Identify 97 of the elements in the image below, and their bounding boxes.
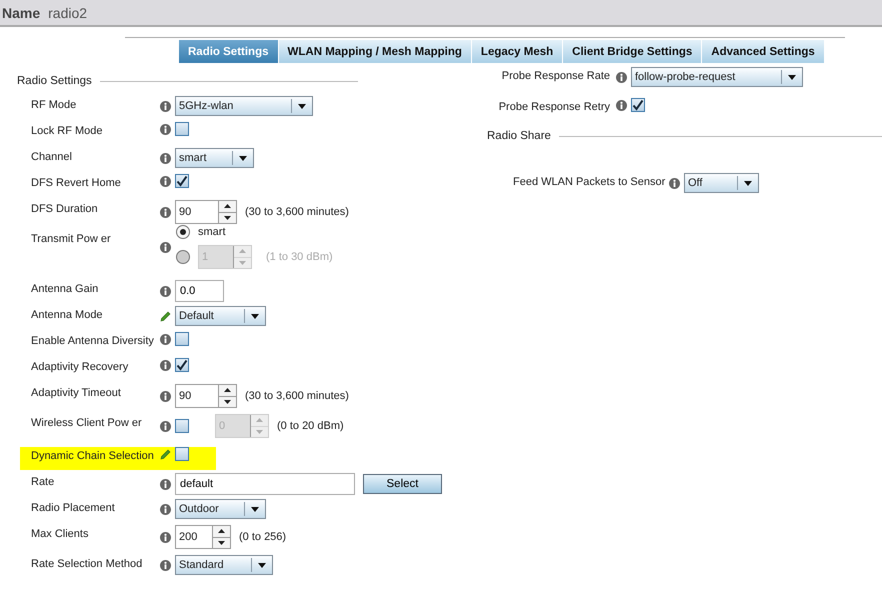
- text-input[interactable]: default: [175, 473, 355, 495]
- checkmark-icon: [176, 175, 188, 187]
- checkbox[interactable]: [631, 98, 645, 112]
- section-title: Radio Share: [487, 130, 551, 142]
- dropdown-arrow-icon: [258, 562, 266, 568]
- up-arrow-icon[interactable]: [218, 529, 225, 534]
- info-icon[interactable]: [160, 206, 171, 218]
- field-label: Wireless Client Pow er: [31, 417, 143, 429]
- field-label: RF Mode: [31, 99, 78, 111]
- info-icon[interactable]: [160, 152, 171, 164]
- select-button[interactable]: Select: [363, 474, 442, 494]
- range-hint: (30 to 3,600 minutes): [245, 390, 349, 402]
- info-icon[interactable]: [160, 286, 171, 296]
- range-hint: (30 to 3,600 minutes): [245, 206, 349, 218]
- dropdown-select[interactable]: Off: [684, 173, 759, 193]
- dropdown-select[interactable]: Outdoor: [175, 499, 266, 519]
- dropdown-value: Standard: [178, 559, 225, 571]
- dropdown-select[interactable]: 5GHz-wlan: [175, 96, 313, 116]
- checkbox[interactable]: [175, 122, 189, 136]
- info-icon[interactable]: [160, 242, 171, 252]
- field-label: Adaptivity Recovery: [31, 361, 130, 373]
- checkbox[interactable]: [175, 174, 189, 188]
- dropdown-value: Off: [687, 177, 704, 189]
- checkmark-icon: [632, 99, 644, 111]
- field-label: Transmit Pow er: [31, 233, 112, 245]
- checkmark-icon: [176, 359, 188, 371]
- field-label: Feed WLAN Packets to Sensor: [513, 176, 663, 188]
- field-label: Adaptivity Timeout: [31, 387, 122, 399]
- dropdown-select[interactable]: follow-probe-request: [631, 67, 803, 87]
- dropdown-value: smart: [178, 152, 208, 164]
- info-icon[interactable]: [160, 124, 171, 134]
- info-icon[interactable]: [160, 504, 171, 514]
- dropdown-arrow-icon: [239, 156, 247, 160]
- range-hint: (0 to 256): [239, 531, 286, 543]
- tab[interactable]: Advanced Settings: [702, 40, 824, 63]
- field-label: DFS Revert Home: [31, 177, 122, 189]
- dropdown-select[interactable]: Default: [175, 306, 266, 326]
- dropdown-value: follow-probe-request: [634, 71, 736, 83]
- field-label: Rate Selection Method: [31, 558, 144, 570]
- down-arrow-icon[interactable]: [224, 216, 231, 220]
- dropdown-select[interactable]: smart: [175, 148, 254, 168]
- range-hint: (1 to 30 dBm): [266, 251, 333, 263]
- checkbox[interactable]: [175, 358, 189, 372]
- dropdown-arrow-icon: [298, 104, 306, 108]
- dropdown-value: Outdoor: [178, 503, 220, 515]
- name-label: Name: [2, 4, 40, 20]
- up-arrow-icon[interactable]: [224, 388, 231, 392]
- dropdown-arrow-icon: [788, 74, 796, 80]
- field-label: Max Clients: [31, 528, 90, 540]
- number-spinner[interactable]: 90: [175, 200, 237, 224]
- tab[interactable]: Client Bridge Settings: [563, 40, 702, 63]
- checkbox[interactable]: [175, 332, 189, 346]
- field-label: Probe Response Rate: [500, 70, 610, 82]
- radio-button[interactable]: [176, 225, 190, 239]
- field-label: Lock RF Mode: [31, 125, 104, 137]
- info-icon[interactable]: [616, 72, 627, 82]
- number-spinner[interactable]: 90: [175, 384, 237, 408]
- field-label: Channel: [31, 151, 73, 163]
- field-label: Rate: [31, 476, 56, 488]
- up-arrow-icon[interactable]: [224, 204, 231, 208]
- field-label: Dynamic Chain Selection: [31, 450, 155, 462]
- info-icon[interactable]: [160, 390, 171, 402]
- number-spinner[interactable]: 200: [175, 525, 231, 549]
- info-icon[interactable]: [160, 560, 171, 570]
- info-icon[interactable]: [616, 100, 627, 110]
- range-hint: (0 to 20 dBm): [277, 420, 344, 432]
- field-label: DFS Duration: [31, 203, 99, 215]
- dropdown-select[interactable]: Standard: [175, 555, 273, 575]
- down-arrow-icon[interactable]: [218, 540, 225, 545]
- pencil-icon[interactable]: [160, 310, 171, 322]
- text-input[interactable]: 0.0: [175, 280, 224, 302]
- field-label: Enable Antenna Diversity: [31, 335, 155, 347]
- field-label: Radio Placement: [31, 502, 116, 514]
- pencil-icon[interactable]: [160, 448, 171, 460]
- info-icon[interactable]: [160, 478, 171, 490]
- dropdown-value: Default: [178, 310, 215, 322]
- field-label: Antenna Gain: [31, 283, 100, 295]
- info-icon[interactable]: [160, 360, 171, 370]
- section-title: Radio Settings: [17, 75, 92, 87]
- tab[interactable]: Legacy Mesh: [472, 40, 562, 63]
- radio-label: smart: [198, 226, 226, 238]
- down-arrow-icon[interactable]: [224, 400, 231, 404]
- dropdown-value: 5GHz-wlan: [178, 100, 234, 112]
- dropdown-arrow-icon: [251, 314, 259, 318]
- field-label: Probe Response Retry: [498, 101, 610, 113]
- dropdown-arrow-icon: [744, 180, 752, 186]
- info-icon[interactable]: [669, 178, 680, 188]
- info-icon[interactable]: [160, 176, 171, 186]
- dropdown-arrow-icon: [251, 506, 259, 512]
- checkbox[interactable]: [175, 447, 189, 461]
- name-value: radio2: [48, 4, 88, 20]
- info-icon[interactable]: [160, 334, 171, 344]
- info-icon[interactable]: [160, 532, 171, 542]
- info-icon[interactable]: [160, 100, 171, 112]
- radio-button[interactable]: [176, 250, 190, 264]
- field-label: Antenna Mode: [31, 309, 104, 321]
- tab[interactable]: WLAN Mapping / Mesh Mapping: [278, 40, 471, 63]
